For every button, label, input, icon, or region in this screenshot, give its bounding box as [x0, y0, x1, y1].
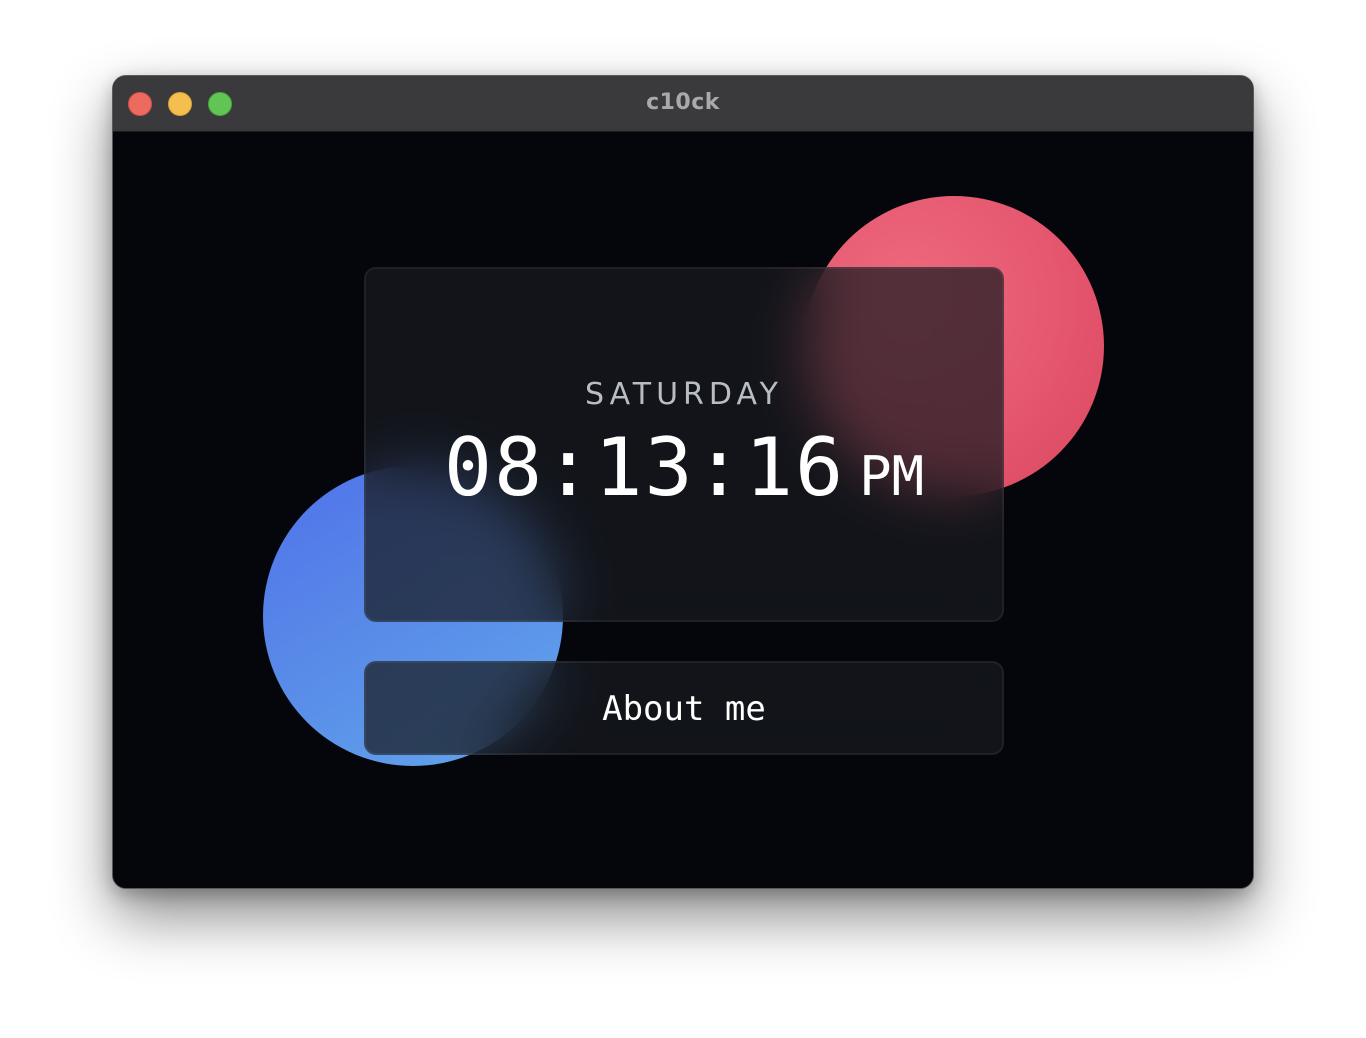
clock-card: SATURDAY 08:13:16 PM — [364, 267, 1004, 622]
day-of-week: SATURDAY — [584, 377, 783, 412]
time-display: 08:13:16 PM — [366, 421, 1002, 514]
time-value: 08:13:16 — [443, 421, 846, 514]
about-me-button[interactable]: About me — [364, 661, 1004, 755]
app-content: SATURDAY 08:13:16 PM About me — [113, 132, 1253, 888]
window-title: c10ck — [646, 90, 720, 115]
app-window: c10ck SATURDAY 08:13:16 PM About me — [112, 75, 1254, 889]
about-me-label: About me — [602, 689, 766, 729]
title-bar[interactable]: c10ck — [113, 76, 1253, 132]
am-pm-indicator: PM — [859, 445, 925, 508]
